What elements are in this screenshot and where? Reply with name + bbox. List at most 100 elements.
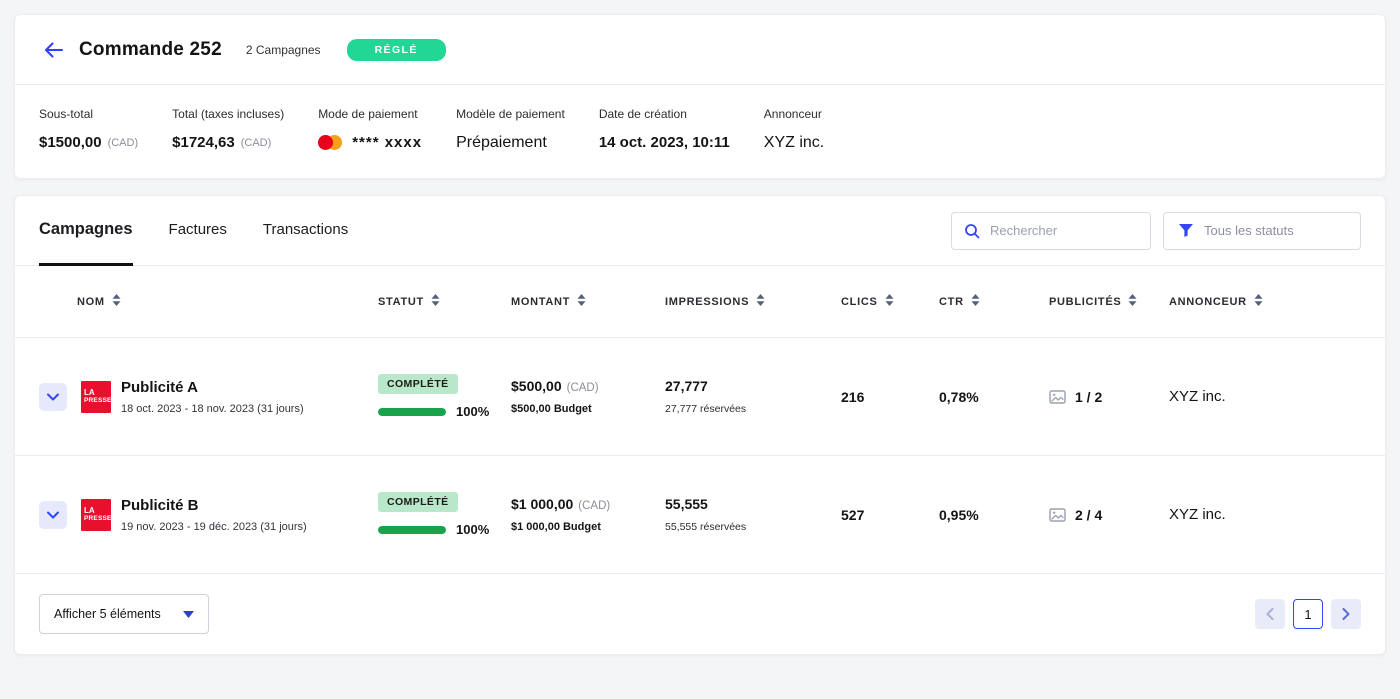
progress-label: 100% <box>456 522 489 537</box>
summary-field-payment-model: Modèle de paiement Prépaiement <box>456 107 565 152</box>
ads-cell: 1 / 2 <box>1049 389 1169 405</box>
progress-bar: 100% <box>378 522 489 537</box>
order-header: Commande 252 2 Campagnes RÉGLÉ <box>15 15 1385 85</box>
la-presse-logo: LA PRESSE <box>81 381 111 413</box>
tab-factures[interactable]: Factures <box>169 196 227 266</box>
field-label: Annonceur <box>764 107 824 121</box>
tab-campagnes[interactable]: Campagnes <box>39 196 133 266</box>
campaign-dates: 19 nov. 2023 - 19 déc. 2023 (31 jours) <box>121 521 307 533</box>
amount-value: $500,00 <box>511 378 562 394</box>
impressions-value: 55,555 <box>665 496 841 512</box>
progress-track <box>378 526 446 534</box>
total-amount: $1724,63 <box>172 134 235 151</box>
sort-icon <box>431 294 440 309</box>
table-row: LA PRESSE Publicité A 18 oct. 2023 - 18 … <box>15 338 1385 456</box>
header-cell-clics[interactable]: CLICS <box>841 294 939 309</box>
tab-transactions[interactable]: Transactions <box>263 196 348 266</box>
amount-cell: $500,00 (CAD) $500,00 Budget <box>511 378 665 415</box>
progress-fill <box>378 526 446 534</box>
campaign-count-label: 2 Campagnes <box>246 43 321 57</box>
chevron-down-icon <box>183 611 194 618</box>
chevron-left-icon <box>1266 608 1274 620</box>
impressions-cell: 55,555 55,555 réservées <box>665 496 841 533</box>
toolbar-right: Tous les statuts <box>951 212 1361 250</box>
advertiser-name: XYZ inc. <box>1169 388 1361 405</box>
amount-cell: $1 000,00 (CAD) $1 000,00 Budget <box>511 496 665 533</box>
status-filter-dropdown[interactable]: Tous les statuts <box>1163 212 1361 250</box>
amount-currency: (CAD) <box>578 500 610 512</box>
next-page-button[interactable] <box>1331 599 1361 629</box>
campaign-status-badge: COMPLÉTÉ <box>378 374 458 394</box>
progress-track <box>378 408 446 416</box>
pagination: 1 <box>1255 599 1361 629</box>
campaign-dates: 18 oct. 2023 - 18 nov. 2023 (31 jours) <box>121 403 304 415</box>
sort-icon <box>1254 294 1263 309</box>
tab-bar: Campagnes Factures Transactions <box>39 196 348 265</box>
page-size-select[interactable]: Afficher 5 éléments <box>39 594 209 634</box>
field-value: Prépaiement <box>456 134 565 152</box>
header-cell-montant[interactable]: MONTANT <box>511 294 665 309</box>
campaign-cell: LA PRESSE Publicité A 18 oct. 2023 - 18 … <box>39 379 378 415</box>
column-label: IMPRESSIONS <box>665 296 749 308</box>
row-expand-button[interactable] <box>39 383 67 411</box>
order-summary: Sous-total $1500,00 (CAD) Total (taxes i… <box>15 85 1385 178</box>
header-cell-statut[interactable]: STATUT <box>378 294 511 309</box>
chevron-right-icon <box>1342 608 1350 620</box>
filter-selected-value: Tous les statuts <box>1204 223 1294 238</box>
header-cell-nom[interactable]: NOM <box>39 294 378 309</box>
ctr-value: 0,78% <box>939 389 1049 405</box>
header-cell-ctr[interactable]: CTR <box>939 294 1049 309</box>
header-cell-annonceur[interactable]: ANNONCEUR <box>1169 294 1361 309</box>
order-status-badge: RÉGLÉ <box>347 39 446 61</box>
logo-line2: PRESSE <box>84 516 111 523</box>
status-cell: COMPLÉTÉ 100% <box>378 374 511 419</box>
impressions-reserved: 55,555 réservées <box>665 521 841 533</box>
sort-icon <box>885 294 894 309</box>
column-label: PUBLICITÉS <box>1049 296 1121 308</box>
field-value: 14 oct. 2023, 10:11 <box>599 134 730 151</box>
chevron-down-icon <box>47 511 59 519</box>
sort-icon <box>112 294 121 309</box>
column-label: CLICS <box>841 296 878 308</box>
campaign-status-badge: COMPLÉTÉ <box>378 492 458 512</box>
ads-count: 2 / 4 <box>1075 507 1102 523</box>
campaign-name: Publicité B <box>121 497 307 514</box>
mastercard-icon <box>318 135 342 150</box>
campaign-name: Publicité A <box>121 379 304 396</box>
field-label: Total (taxes incluses) <box>172 107 284 121</box>
field-label: Mode de paiement <box>318 107 422 121</box>
column-label: NOM <box>77 296 105 308</box>
search-input[interactable] <box>988 222 1138 239</box>
header-cell-publicites[interactable]: PUBLICITÉS <box>1049 294 1169 309</box>
field-value: XYZ inc. <box>764 134 824 152</box>
campaign-info: Publicité A 18 oct. 2023 - 18 nov. 2023 … <box>121 379 304 415</box>
logo-line1: LA <box>84 507 111 515</box>
row-expand-button[interactable] <box>39 501 67 529</box>
page-button-1[interactable]: 1 <box>1293 599 1323 629</box>
header-cell-impressions[interactable]: IMPRESSIONS <box>665 294 841 309</box>
summary-field-total: Total (taxes incluses) $1724,63 (CAD) <box>172 107 284 152</box>
budget-label: $1 000,00 Budget <box>511 521 665 533</box>
ads-count: 1 / 2 <box>1075 389 1102 405</box>
image-icon <box>1049 508 1066 522</box>
back-button[interactable] <box>39 35 69 65</box>
clicks-value: 216 <box>841 389 939 405</box>
campaign-info: Publicité B 19 nov. 2023 - 19 déc. 2023 … <box>121 497 307 533</box>
chevron-down-icon <box>47 393 59 401</box>
field-value: **** xxxx <box>318 134 422 151</box>
column-label: MONTANT <box>511 296 570 308</box>
logo-line1: LA <box>84 389 111 397</box>
summary-field-creation-date: Date de création 14 oct. 2023, 10:11 <box>599 107 730 152</box>
page-size-value: Afficher 5 éléments <box>54 607 161 621</box>
ads-cell: 2 / 4 <box>1049 507 1169 523</box>
campaign-cell: LA PRESSE Publicité B 19 nov. 2023 - 19 … <box>39 497 378 533</box>
filter-icon <box>1178 223 1194 238</box>
campaigns-card: Campagnes Factures Transactions <box>14 195 1386 655</box>
prev-page-button[interactable] <box>1255 599 1285 629</box>
column-label: ANNONCEUR <box>1169 296 1247 308</box>
summary-field-payment-method: Mode de paiement **** xxxx <box>318 107 422 152</box>
summary-field-advertiser: Annonceur XYZ inc. <box>764 107 824 152</box>
table-footer: Afficher 5 éléments 1 <box>15 574 1385 654</box>
la-presse-logo: LA PRESSE <box>81 499 111 531</box>
amount-currency: (CAD) <box>567 382 599 394</box>
